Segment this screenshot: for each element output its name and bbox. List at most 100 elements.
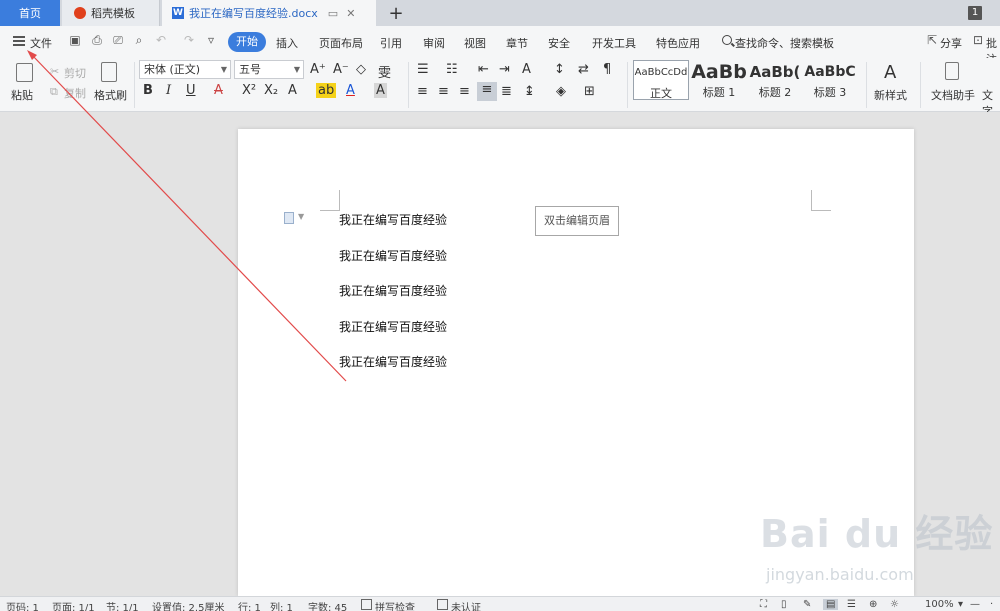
menu-tab-developer[interactable]: 开发工具 [592, 35, 636, 51]
style-label: 标题 2 [758, 86, 792, 99]
web-view-icon[interactable]: ⊕ [869, 599, 877, 610]
window-icon[interactable]: ▭ [328, 7, 338, 20]
status-section[interactable]: 节: 1/1 [106, 599, 139, 611]
edit-header-hint[interactable]: 双击编辑页眉 [535, 206, 619, 236]
text-case-icon[interactable]: A [522, 62, 531, 77]
command-search[interactable]: 查找命令、搜索模板 [735, 35, 834, 51]
char-shading-icon[interactable]: A [374, 83, 387, 98]
certification-status[interactable]: 未认证 [451, 599, 481, 611]
increase-indent-icon[interactable]: ⇥ [499, 62, 510, 77]
justify-icon[interactable]: ≡ [477, 82, 497, 101]
status-pages[interactable]: 页面: 1/1 [52, 599, 95, 611]
font-name-select[interactable]: 宋体 (正文) ▼ [139, 60, 231, 79]
distributed-icon[interactable]: ≣ [501, 84, 512, 99]
hamburger-menu-icon[interactable] [13, 36, 25, 46]
shrink-font-icon[interactable]: A⁻ [333, 62, 349, 77]
sort-icon[interactable]: ↕ [554, 62, 565, 77]
new-style-button[interactable]: 新样式 [874, 87, 907, 103]
page-view-icon[interactable]: ▤ [823, 599, 839, 610]
chevron-down-icon[interactable]: ▾ [958, 599, 963, 610]
menu-tab-chapter[interactable]: 章节 [506, 35, 528, 51]
eye-protection-icon[interactable]: ☼ [890, 599, 899, 610]
decrease-indent-icon[interactable]: ⇤ [478, 62, 489, 77]
print-icon[interactable]: ⎚ [111, 33, 125, 47]
close-icon[interactable]: ✕ [346, 7, 355, 20]
superscript-icon[interactable]: X² [242, 83, 256, 98]
doc-assistant-icon[interactable] [945, 62, 959, 80]
zoom-slider[interactable]: · [990, 599, 993, 610]
para-spacing-icon[interactable]: ⇄ [578, 62, 589, 77]
redo-icon[interactable]: ↷ [182, 33, 196, 47]
status-words[interactable]: 字数: 45 [308, 599, 347, 611]
strikethrough-icon[interactable]: A [214, 83, 223, 98]
tab-template[interactable]: 稻壳模板 [62, 0, 160, 26]
underline-icon[interactable]: U [186, 83, 196, 98]
style-heading-3[interactable]: AaBbC 标题 3 [803, 60, 857, 100]
menu-tab-review[interactable]: 审阅 [423, 35, 445, 51]
style-heading-1[interactable]: AaBb 标题 1 [691, 60, 747, 100]
print-preview-icon[interactable]: ⌕ [132, 33, 146, 47]
clear-format-icon[interactable]: ◇ [356, 62, 366, 77]
spell-check-button[interactable]: 拼写检查 [375, 599, 415, 611]
numbered-list-icon[interactable]: ☷ [446, 62, 458, 77]
tab-home[interactable]: 首页 [0, 0, 60, 26]
add-tab-button[interactable]: + [388, 0, 404, 26]
align-left-icon[interactable]: ≡ [417, 84, 428, 99]
zoom-level[interactable]: 100% [925, 599, 954, 610]
edit-view-icon[interactable]: ✎ [803, 599, 811, 610]
document-line[interactable]: 我正在编写百度经验 [339, 353, 447, 370]
status-setting[interactable]: 设置值: 2.5厘米 [152, 599, 224, 611]
customize-qat-icon[interactable]: ▿ [204, 33, 218, 47]
align-right-icon[interactable]: ≡ [459, 84, 470, 99]
bullet-list-icon[interactable]: ☰ [417, 62, 429, 77]
file-menu[interactable]: 文件 [30, 35, 52, 51]
undo-icon[interactable]: ↶ [154, 33, 168, 47]
export-pdf-icon[interactable]: ⎙ [90, 33, 104, 47]
show-marks-icon[interactable]: ¶ [603, 62, 611, 77]
share-button[interactable]: 分享 [940, 35, 962, 51]
doc-assistant-button[interactable]: 文档助手 [931, 87, 975, 103]
text-effect-icon[interactable]: A [288, 83, 297, 98]
menu-tab-insert[interactable]: 插入 [276, 35, 298, 51]
menu-tab-page-layout[interactable]: 页面布局 [319, 35, 363, 51]
tab-document[interactable]: W 我正在编写百度经验.docx ▭ ✕ [162, 0, 376, 26]
document-line[interactable]: 我正在编写百度经验 [339, 282, 447, 299]
phonetic-guide-icon[interactable]: 雯 [378, 62, 391, 81]
tab-template-label: 稻壳模板 [91, 7, 135, 20]
grow-font-icon[interactable]: A⁺ [310, 62, 326, 77]
document-line[interactable]: 我正在编写百度经验 [339, 247, 447, 264]
paste-icon[interactable] [16, 63, 33, 82]
style-normal[interactable]: AaBbCcDd 正文 [633, 60, 689, 100]
status-page[interactable]: 页码: 1 [6, 599, 39, 611]
style-heading-2[interactable]: AaBb( 标题 2 [747, 60, 803, 100]
subscript-icon[interactable]: X₂ [264, 83, 278, 98]
menu-tab-references[interactable]: 引用 [380, 35, 402, 51]
save-icon[interactable]: ▣ [68, 33, 82, 47]
document-line[interactable]: 我正在编写百度经验 [339, 211, 447, 228]
italic-icon[interactable]: I [166, 83, 171, 98]
paragraph-handle-icon[interactable] [284, 212, 294, 224]
copy-button[interactable]: 复制 [64, 85, 86, 101]
font-color-icon[interactable]: A [346, 83, 355, 98]
outline-view-icon[interactable]: ☰ [847, 599, 856, 610]
format-painter-icon[interactable] [101, 62, 117, 82]
document-line[interactable]: 我正在编写百度经验 [339, 318, 447, 335]
shading-icon[interactable]: ◈ [556, 84, 566, 99]
reading-view-icon[interactable]: ▯ [781, 599, 787, 610]
align-center-icon[interactable]: ≡ [438, 84, 449, 99]
font-size-select[interactable]: 五号 ▼ [234, 60, 304, 79]
fullscreen-icon[interactable]: ⛶ [760, 599, 767, 610]
menu-tab-security[interactable]: 安全 [548, 35, 570, 51]
zoom-out-icon[interactable]: — [970, 599, 980, 610]
menu-tab-special[interactable]: 特色应用 [656, 35, 700, 51]
paste-button[interactable]: 粘贴 [11, 87, 33, 103]
new-style-icon[interactable]: A [884, 62, 896, 83]
highlight-icon[interactable]: ab [316, 83, 337, 98]
cut-button[interactable]: 剪切 [64, 65, 86, 81]
menu-tab-view[interactable]: 视图 [464, 35, 486, 51]
format-painter-button[interactable]: 格式刷 [94, 87, 127, 103]
border-icon[interactable]: ⊞ [584, 84, 595, 99]
line-spacing-icon[interactable]: ↨ [524, 84, 535, 99]
bold-icon[interactable]: B [143, 83, 153, 98]
menu-tab-start[interactable]: 开始 [228, 32, 266, 52]
